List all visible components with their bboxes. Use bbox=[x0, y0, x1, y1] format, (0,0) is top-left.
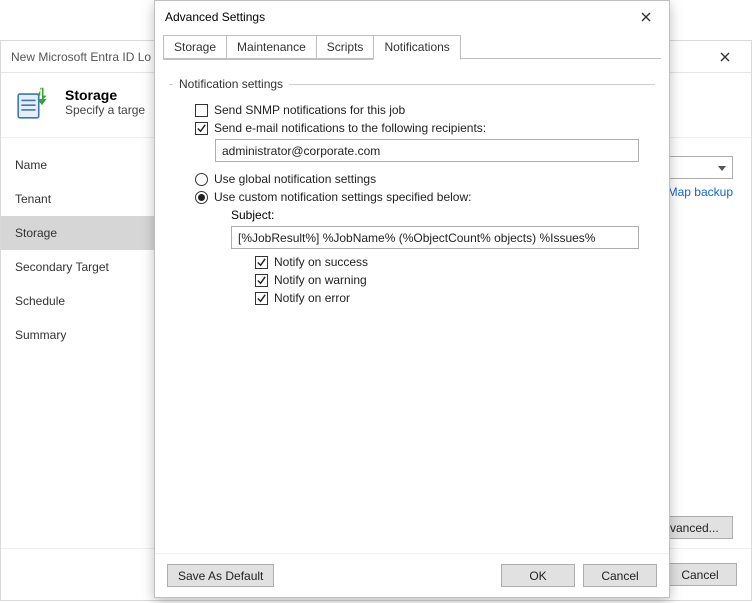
wizard-nav: Name Tenant Storage Secondary Target Sch… bbox=[1, 138, 159, 551]
use-custom-label: Use custom notification settings specifi… bbox=[214, 190, 471, 204]
snmp-label: Send SNMP notifications for this job bbox=[214, 103, 405, 117]
use-global-radio[interactable] bbox=[195, 173, 208, 186]
notify-error-label: Notify on error bbox=[274, 291, 350, 305]
notify-success-checkbox[interactable] bbox=[255, 256, 268, 269]
email-checkbox[interactable] bbox=[195, 122, 208, 135]
nav-item-secondary-target[interactable]: Secondary Target bbox=[1, 250, 158, 284]
close-icon[interactable] bbox=[709, 41, 741, 73]
nav-item-schedule[interactable]: Schedule bbox=[1, 284, 158, 318]
tab-storage[interactable]: Storage bbox=[163, 35, 227, 60]
advanced-settings-dialog: Advanced Settings Storage Maintenance Sc… bbox=[154, 0, 670, 598]
notification-settings-group: Notification settings Send SNMP notifica… bbox=[169, 77, 655, 309]
notify-error-checkbox[interactable] bbox=[255, 292, 268, 305]
tab-notifications[interactable]: Notifications bbox=[373, 35, 460, 60]
nav-item-storage[interactable]: Storage bbox=[1, 216, 158, 250]
use-global-label: Use global notification settings bbox=[214, 172, 376, 186]
wizard-step-subtitle: Specify a targe bbox=[65, 103, 145, 117]
ok-button[interactable]: OK bbox=[501, 564, 575, 587]
dialog-titlebar: Advanced Settings bbox=[155, 1, 669, 33]
subject-input[interactable]: [%JobResult%] %JobName% (%ObjectCount% o… bbox=[231, 226, 639, 249]
wizard-cancel-button[interactable]: Cancel bbox=[663, 563, 737, 586]
tab-scripts[interactable]: Scripts bbox=[316, 35, 375, 60]
save-as-default-button[interactable]: Save As Default bbox=[167, 564, 274, 587]
notify-success-label: Notify on success bbox=[274, 255, 368, 269]
dialog-title: Advanced Settings bbox=[165, 10, 265, 24]
notifications-panel: Notification settings Send SNMP notifica… bbox=[155, 59, 669, 553]
use-custom-radio[interactable] bbox=[195, 191, 208, 204]
email-recipients-value: administrator@corporate.com bbox=[222, 144, 380, 158]
email-recipients-input[interactable]: administrator@corporate.com bbox=[215, 139, 639, 162]
wizard-step-title: Storage bbox=[65, 87, 145, 103]
nav-item-summary[interactable]: Summary bbox=[1, 318, 158, 352]
storage-icon bbox=[13, 81, 55, 123]
tab-maintenance[interactable]: Maintenance bbox=[226, 35, 317, 60]
cancel-button[interactable]: Cancel bbox=[583, 564, 657, 587]
dialog-tabs: Storage Maintenance Scripts Notification… bbox=[155, 33, 669, 59]
subject-value: [%JobResult%] %JobName% (%ObjectCount% o… bbox=[238, 231, 595, 245]
nav-item-tenant[interactable]: Tenant bbox=[1, 182, 158, 216]
dialog-close-button[interactable] bbox=[629, 4, 663, 30]
dialog-footer: Save As Default OK Cancel bbox=[155, 553, 669, 597]
email-label: Send e-mail notifications to the followi… bbox=[214, 121, 486, 135]
notify-warning-checkbox[interactable] bbox=[255, 274, 268, 287]
notify-warning-label: Notify on warning bbox=[274, 273, 367, 287]
nav-item-name[interactable]: Name bbox=[1, 148, 158, 182]
notification-settings-legend: Notification settings bbox=[173, 77, 289, 91]
subject-label: Subject: bbox=[231, 208, 651, 222]
wizard-title: New Microsoft Entra ID Lo bbox=[11, 50, 151, 64]
snmp-checkbox[interactable] bbox=[195, 104, 208, 117]
